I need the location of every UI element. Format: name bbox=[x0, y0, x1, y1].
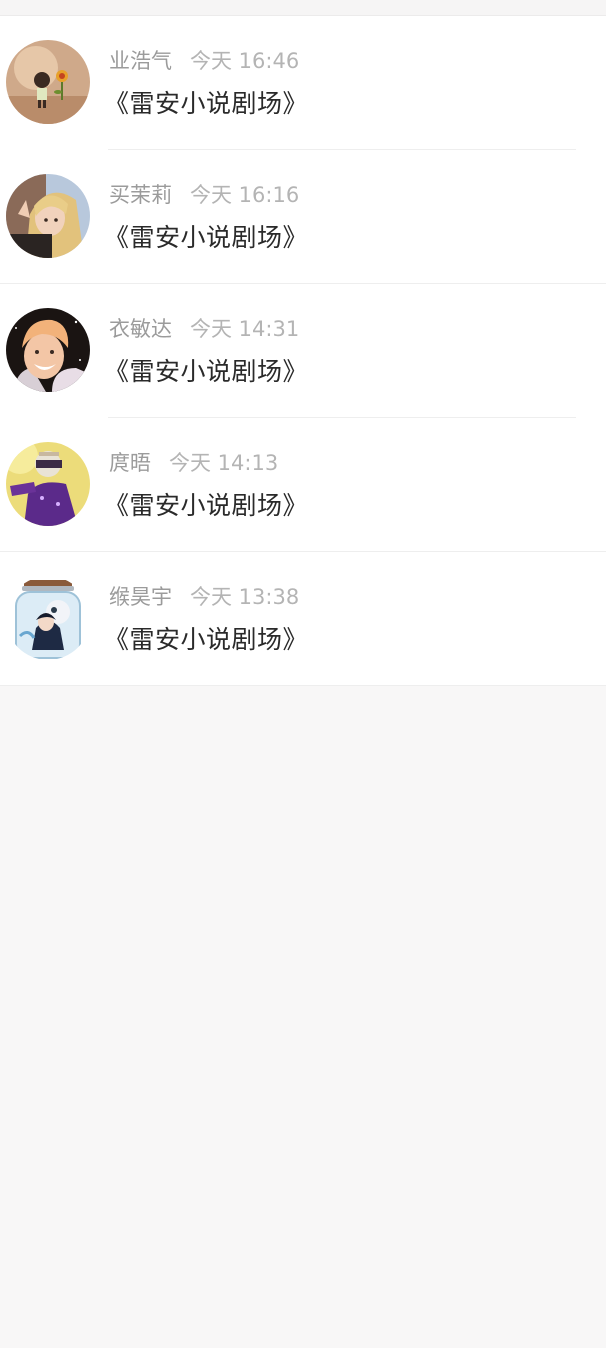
sender-name: 买茉莉 bbox=[109, 183, 172, 207]
avatar-purple-character bbox=[6, 442, 90, 526]
avatar[interactable] bbox=[6, 442, 90, 526]
sender-name: 庹晤 bbox=[109, 451, 151, 475]
sender-name: 业浩气 bbox=[109, 49, 172, 73]
message-preview: 《雷安小说剧场》 bbox=[104, 357, 309, 386]
avatar-toy-figure bbox=[6, 40, 90, 124]
sender-line: 业浩气 今天 16:46 bbox=[109, 46, 299, 76]
avatar[interactable] bbox=[6, 576, 90, 660]
message-item[interactable]: 衣敏达 今天 14:31 《雷安小说剧场》 bbox=[0, 284, 606, 418]
message-item[interactable]: 业浩气 今天 16:46 《雷安小说剧场》 bbox=[0, 16, 606, 150]
message-time: 今天 13:38 bbox=[190, 585, 300, 609]
message-preview: 《雷安小说剧场》 bbox=[104, 223, 309, 252]
message-time: 今天 14:31 bbox=[190, 317, 300, 341]
sender-line: 缑昊宇 今天 13:38 bbox=[109, 582, 299, 612]
message-item[interactable]: 庹晤 今天 14:13 《雷安小说剧场》 bbox=[0, 418, 606, 552]
sender-name: 衣敏达 bbox=[109, 317, 172, 341]
sender-name: 缑昊宇 bbox=[109, 585, 172, 609]
message-list: 业浩气 今天 16:46 《雷安小说剧场》 买茉莉 今天 16:16 《雷安小说剧场… bbox=[0, 16, 606, 686]
message-item[interactable]: 缑昊宇 今天 13:38 《雷安小说剧场》 bbox=[0, 552, 606, 686]
top-header-strip bbox=[0, 0, 606, 16]
message-time: 今天 16:16 bbox=[190, 183, 300, 207]
divider bbox=[0, 685, 606, 686]
avatar-smiling-person bbox=[6, 308, 90, 392]
sender-line: 衣敏达 今天 14:31 bbox=[109, 314, 299, 344]
message-time: 今天 16:46 bbox=[190, 49, 300, 73]
avatar[interactable] bbox=[6, 308, 90, 392]
message-preview: 《雷安小说剧场》 bbox=[104, 491, 309, 520]
message-time: 今天 14:13 bbox=[169, 451, 279, 475]
sender-line: 庹晤 今天 14:13 bbox=[109, 448, 278, 478]
message-preview: 《雷安小说剧场》 bbox=[104, 625, 309, 654]
avatar[interactable] bbox=[6, 174, 90, 258]
avatar-jar-anime bbox=[6, 576, 90, 660]
message-preview: 《雷安小说剧场》 bbox=[104, 89, 309, 118]
avatar[interactable] bbox=[6, 40, 90, 124]
sender-line: 买茉莉 今天 16:16 bbox=[109, 180, 299, 210]
message-item[interactable]: 买茉莉 今天 16:16 《雷安小说剧场》 bbox=[0, 150, 606, 284]
avatar-blonde-person bbox=[6, 174, 90, 258]
